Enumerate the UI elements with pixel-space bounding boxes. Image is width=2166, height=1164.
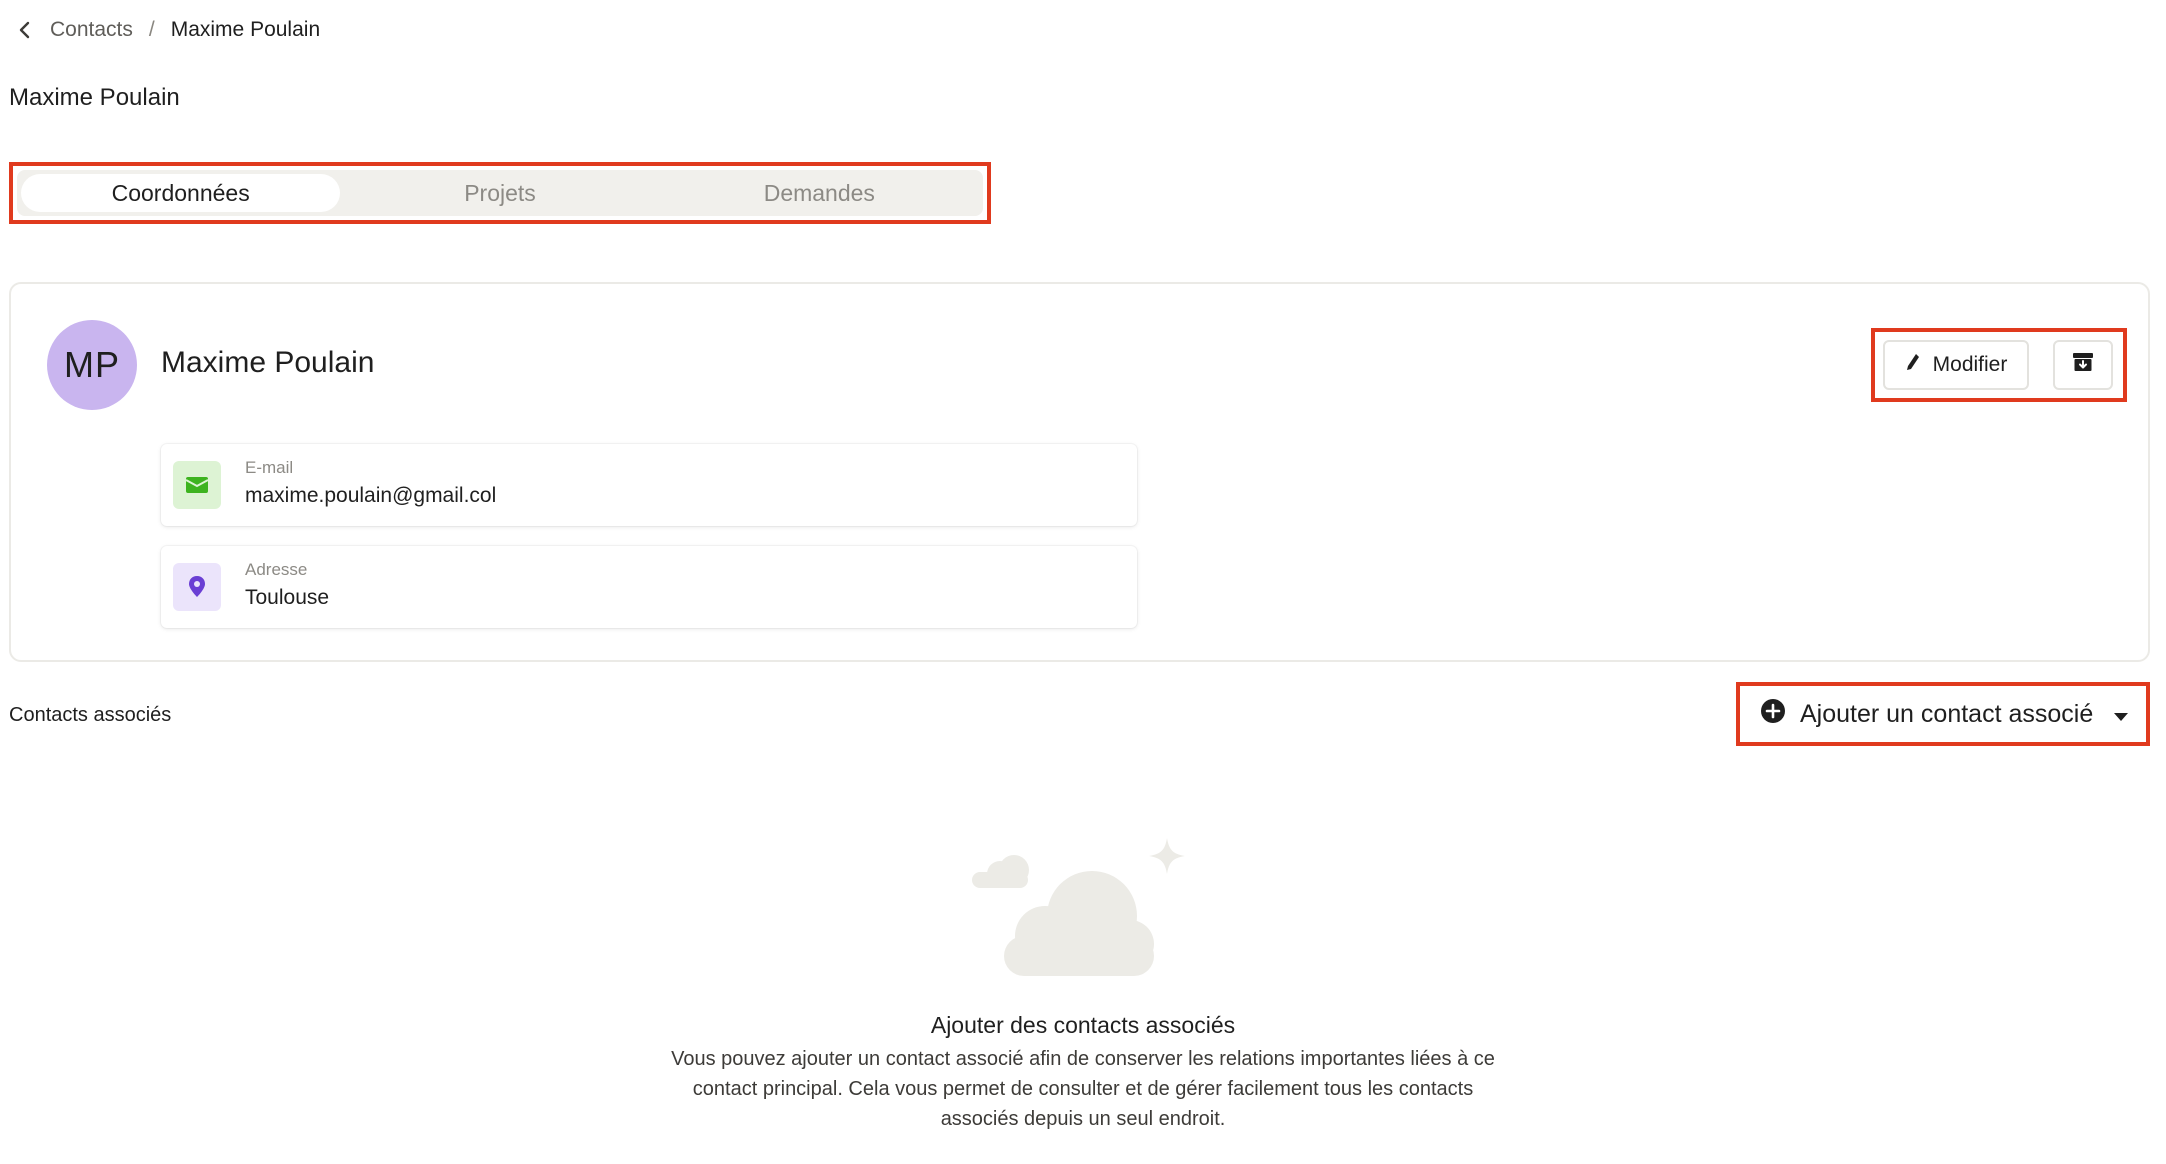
add-associated-contact-label: Ajouter un contact associé [1800, 699, 2094, 728]
tabs-highlight: Coordonnées Projets Demandes [9, 162, 991, 224]
actions-highlight: Modifier [1871, 328, 2127, 402]
breadcrumb-current: Maxime Poulain [170, 18, 321, 41]
edit-button-label: Modifier [1932, 353, 2008, 376]
address-value: Toulouse [245, 586, 330, 609]
email-value: maxime.poulain@gmail.col [245, 484, 497, 507]
email-label: E-mail [245, 458, 294, 477]
plus-circle-icon [1760, 698, 1786, 731]
archive-icon [2071, 350, 2095, 380]
add-associated-highlight: Ajouter un contact associé [1736, 682, 2150, 746]
associated-contacts-title: Contacts associés [9, 704, 172, 726]
add-associated-contact-button[interactable]: Ajouter un contact associé [1760, 686, 2129, 742]
email-field: E-mail maxime.poulain@gmail.col [161, 444, 1137, 526]
cloud-illustration-icon [970, 836, 1190, 986]
archive-button[interactable] [2053, 340, 2113, 390]
address-label: Adresse [245, 560, 308, 579]
contact-name: Maxime Poulain [161, 346, 375, 379]
tab-bar: Coordonnées Projets Demandes [17, 170, 983, 216]
avatar: MP [47, 320, 137, 410]
map-pin-icon [173, 563, 221, 611]
contact-card: MP Maxime Poulain Modifier E-mail maxime… [9, 282, 2150, 662]
tab-projets[interactable]: Projets [340, 174, 659, 212]
chevron-left-icon[interactable] [14, 19, 36, 41]
page-title: Maxime Poulain [9, 84, 180, 111]
envelope-icon [173, 461, 221, 509]
tab-demandes[interactable]: Demandes [660, 174, 979, 212]
breadcrumb-contacts-link[interactable]: Contacts [50, 18, 133, 42]
edit-button[interactable]: Modifier [1883, 340, 2029, 390]
pencil-icon [1905, 352, 1921, 378]
empty-state-description: Vous pouvez ajouter un contact associé a… [671, 1048, 1495, 1130]
caret-down-icon [2113, 700, 2129, 729]
address-field: Adresse Toulouse [161, 546, 1137, 628]
breadcrumb: Contacts / Maxime Poulain [14, 14, 320, 46]
breadcrumb-separator: / [148, 18, 155, 41]
tab-coordonnees[interactable]: Coordonnées [21, 174, 341, 212]
empty-state-title: Ajouter des contacts associés [930, 1012, 1236, 1038]
